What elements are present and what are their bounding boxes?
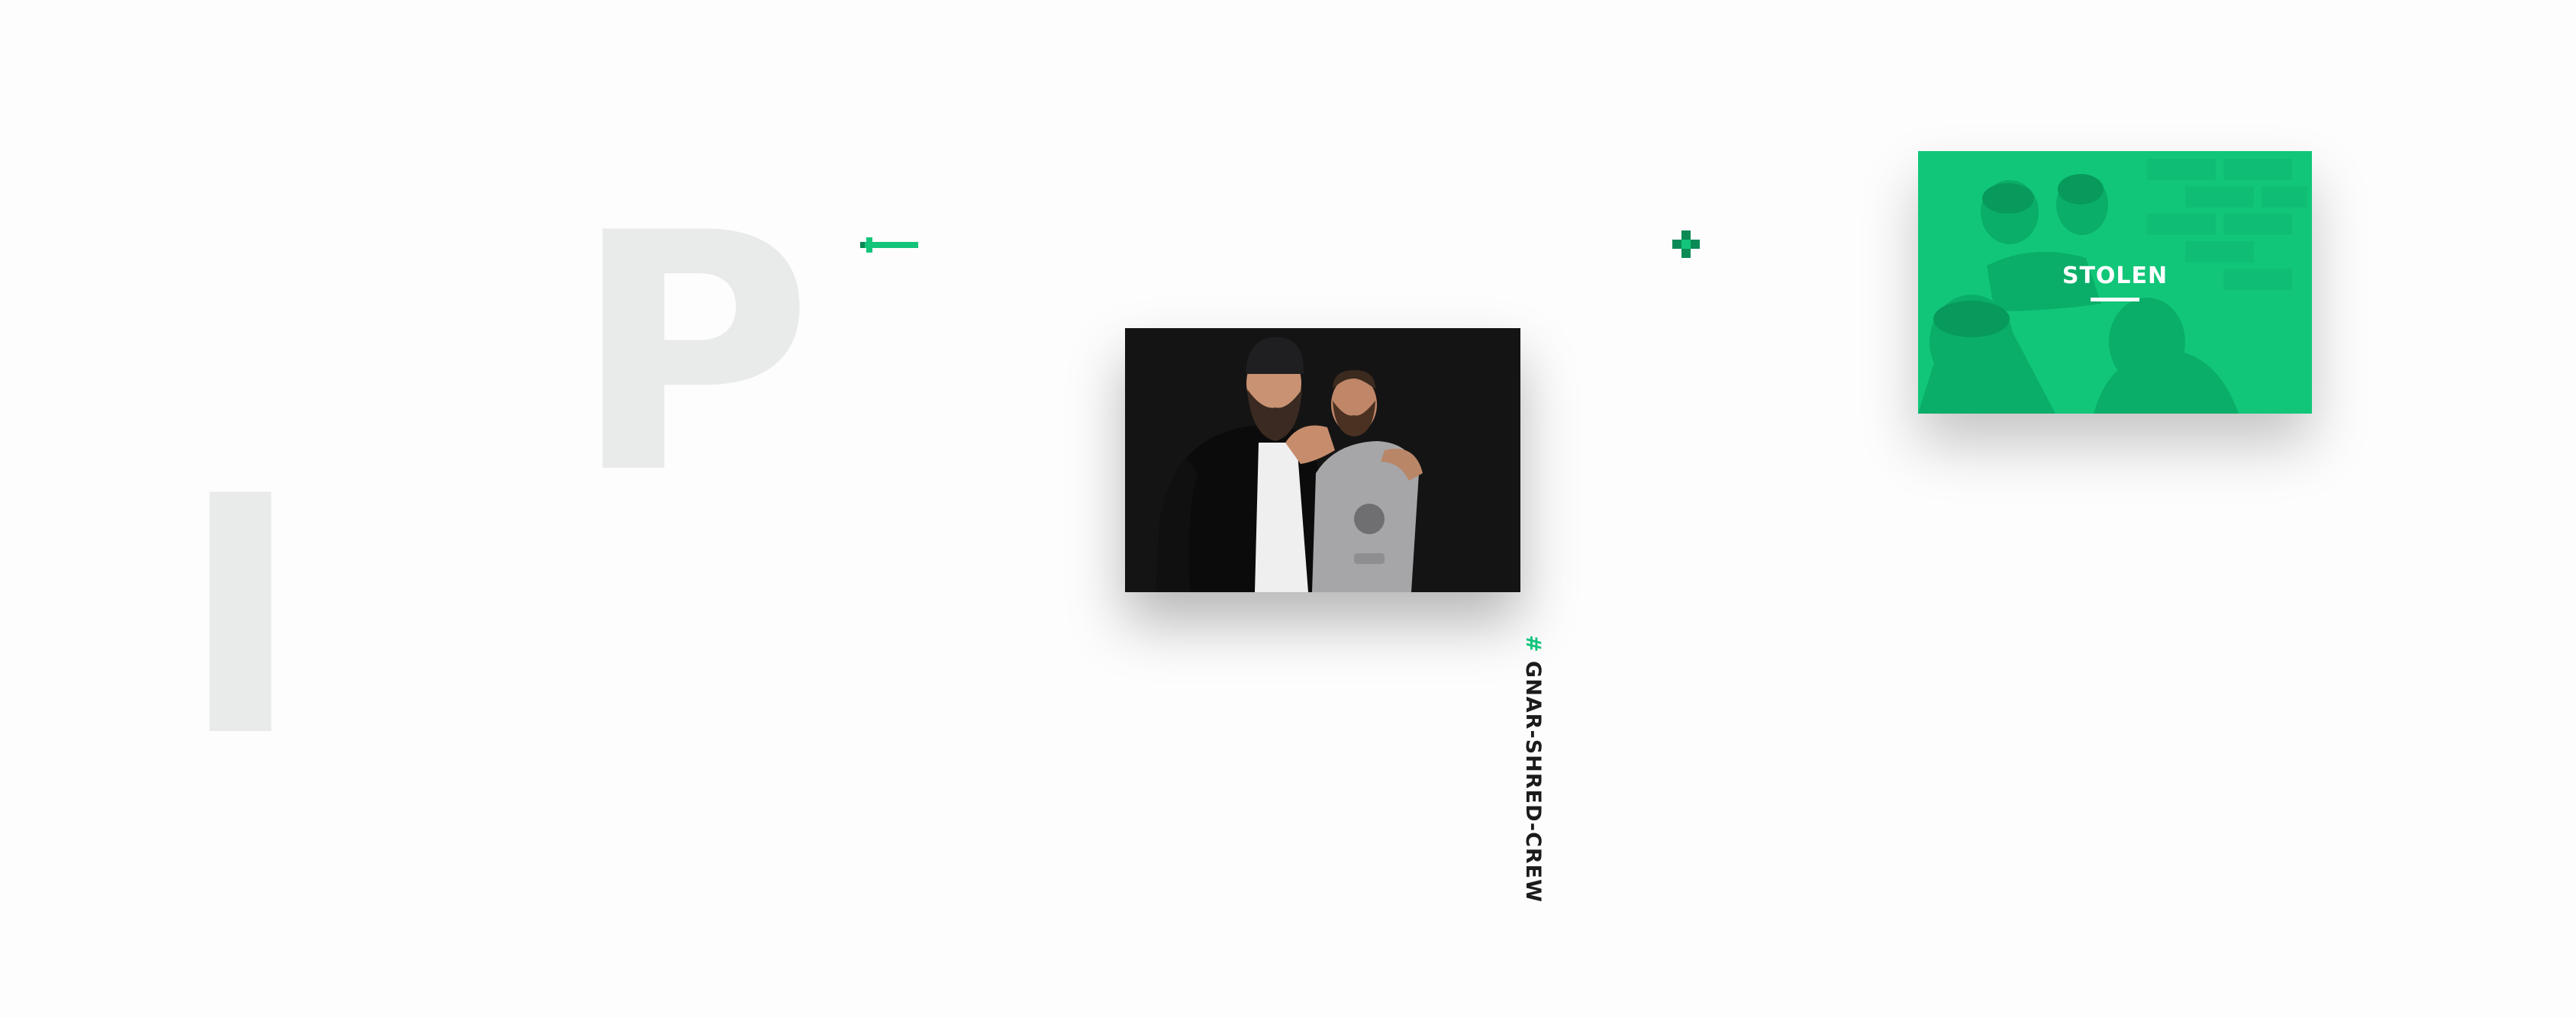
prev-arrow-icon[interactable] [859,231,920,259]
next-cross-icon[interactable] [1672,230,1701,259]
project-title-underline [2091,298,2139,301]
project-title: STOLEN [2062,263,2168,289]
background-letter-i: I [179,427,301,809]
featured-photo[interactable] [1125,328,1520,592]
project-card-stolen[interactable]: STOLEN [1918,151,2312,414]
background-letter-p: P [572,164,814,546]
hashtag-text: GNAR-SHRED-CREW [1521,661,1545,903]
hashtag-symbol: # [1521,635,1545,653]
page: P I # GNAR-SHRED-CREW STOLEN [0,0,2576,1018]
hashtag-label: # GNAR-SHRED-CREW [1519,635,1546,903]
photo-image [1125,328,1520,592]
